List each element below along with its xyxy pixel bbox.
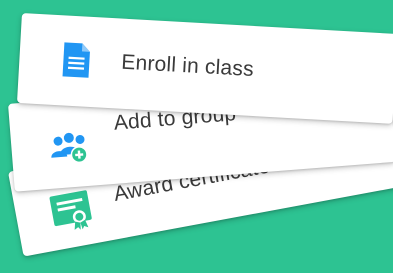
enroll-in-class-label: Enroll in class — [120, 50, 255, 82]
add-group-icon — [48, 130, 91, 172]
document-icon — [60, 41, 92, 84]
action-stack: Award certificate Add to group Enroll in… — [0, 0, 393, 273]
certificate-icon — [47, 188, 96, 240]
